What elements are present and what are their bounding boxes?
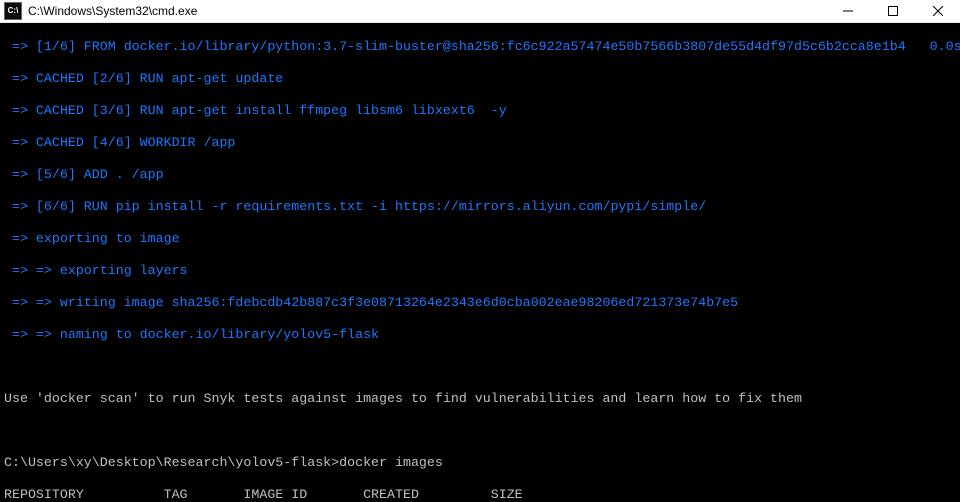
command-text: docker images <box>339 455 443 470</box>
close-icon <box>933 6 943 16</box>
build-step-7: => exporting to image 19.1s <box>4 231 956 247</box>
blank-line <box>4 359 956 375</box>
build-step-text: => => writing image sha256:fdebcdb42b887… <box>12 295 738 310</box>
build-step-text: => [1/6] FROM docker.io/library/python:3… <box>12 39 906 54</box>
build-step-text: => => naming to docker.io/library/yolov5… <box>12 327 379 342</box>
build-step-10: => => naming to docker.io/library/yolov5… <box>4 327 956 343</box>
maximize-button[interactable] <box>870 0 915 22</box>
close-button[interactable] <box>915 0 960 22</box>
build-step-text: => CACHED [4/6] WORKDIR /app <box>12 135 235 150</box>
build-step-text: => [5/6] ADD . /app <box>12 167 164 182</box>
prompt-path: C:\Users\xy\Desktop\Research\yolov5-flas… <box>4 455 339 470</box>
build-step-4: => CACHED [4/6] WORKDIR /app 0.0s <box>4 135 956 151</box>
minimize-icon <box>843 6 853 16</box>
build-step-text: => exporting to image <box>12 231 180 246</box>
build-step-3: => CACHED [3/6] RUN apt-get install ffmp… <box>4 103 956 119</box>
build-step-1: => [1/6] FROM docker.io/library/python:3… <box>4 39 956 55</box>
window-buttons <box>825 0 960 22</box>
scan-hint: Use 'docker scan' to run Snyk tests agai… <box>4 391 956 407</box>
build-step-9: => => writing image sha256:fdebcdb42b887… <box>4 295 956 311</box>
build-step-6: => [6/6] RUN pip install -r requirements… <box>4 199 956 215</box>
minimize-button[interactable] <box>825 0 870 22</box>
build-step-text: => CACHED [2/6] RUN apt-get update <box>12 71 283 86</box>
cmd-icon: C:\ <box>4 2 22 20</box>
window-titlebar: C:\ C:\Windows\System32\cmd.exe <box>0 0 960 23</box>
maximize-icon <box>888 6 898 16</box>
build-step-8: => => exporting layers 19.0s <box>4 263 956 279</box>
build-step-2: => CACHED [2/6] RUN apt-get update 0.0s <box>4 71 956 87</box>
terminal-output[interactable]: => [1/6] FROM docker.io/library/python:3… <box>0 23 960 502</box>
table1-header: REPOSITORY TAG IMAGE ID CREATED SIZE <box>4 487 956 502</box>
build-step-text: => => exporting layers <box>12 263 188 278</box>
window-title: C:\Windows\System32\cmd.exe <box>26 3 825 19</box>
build-step-5: => [5/6] ADD . /app 0.2s <box>4 167 956 183</box>
prompt-line-1: C:\Users\xy\Desktop\Research\yolov5-flas… <box>4 455 956 471</box>
build-step-text: => CACHED [3/6] RUN apt-get install ffmp… <box>12 103 507 118</box>
blank-line <box>4 423 956 439</box>
build-step-text: => [6/6] RUN pip install -r requirements… <box>12 199 706 214</box>
build-step-time: 0.0s <box>930 39 960 54</box>
